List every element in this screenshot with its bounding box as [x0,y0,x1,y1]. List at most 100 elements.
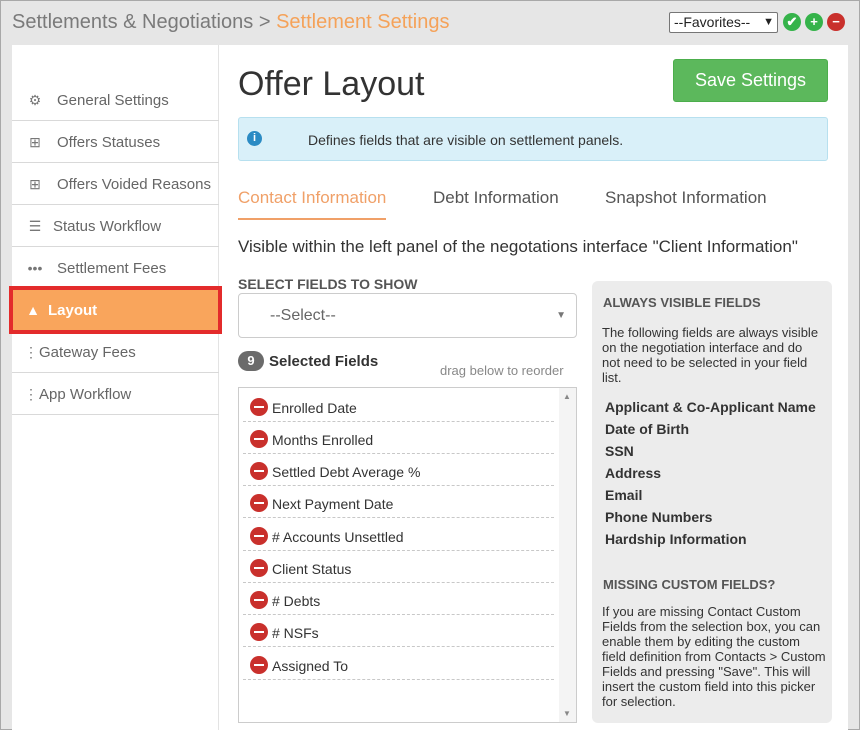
sidebar-item-layout[interactable]: ▲ Layout [9,286,222,334]
always-visible-field: Phone Numbers [605,509,713,525]
favorites-value: --Favorites-- [674,14,751,30]
list-item[interactable]: Client Status [243,551,554,583]
sidebar-item-offers-statuses[interactable]: ⊞ Offers Statuses [12,121,219,163]
sidebar-item-label: App Workflow [39,386,132,403]
breadcrumb: Settlements & Negotiations > Settlement … [12,11,450,34]
select-fields-label: SELECT FIELDS TO SHOW [238,276,418,292]
field-label: Settled Debt Average % [272,464,421,480]
breadcrumb-current: Settlement Settings [276,11,450,33]
always-visible-field: SSN [605,443,634,459]
gears-icon: ⚙ [28,92,42,108]
missing-custom-fields-title: MISSING CUSTOM FIELDS? [603,577,776,592]
sidebar-item-label: Settlement Fees [57,260,167,277]
always-visible-field: Hardship Information [605,531,747,547]
field-label: Client Status [272,561,352,577]
sidebar-item-label: Offers Voided Reasons [57,176,211,193]
always-visible-title: ALWAYS VISIBLE FIELDS [603,295,761,310]
save-settings-button[interactable]: Save Settings [673,59,828,102]
vertical-ellipsis-icon: ⋮ [24,344,38,360]
list-item[interactable]: # Debts [243,583,554,615]
sidebar-item-offers-voided-reasons[interactable]: ⊞ Offers Voided Reasons [12,163,219,205]
remove-icon[interactable] [250,591,268,609]
remove-icon[interactable] [250,462,268,480]
field-label: # Accounts Unsettled [272,529,404,545]
list-scrollbar[interactable]: ▲ ▼ [559,388,576,722]
tab-contact-information[interactable]: Contact Information [238,188,387,220]
chevron-down-icon: ▼ [763,16,774,28]
always-visible-panel: ALWAYS VISIBLE FIELDS The following fiel… [592,281,832,723]
list-item[interactable]: # NSFs [243,615,554,647]
section-description: Visible within the left panel of the neg… [238,237,798,256]
breadcrumb-parent[interactable]: Settlements & Negotiations [12,11,253,33]
always-visible-field: Date of Birth [605,421,689,437]
sidebar-item-gateway-fees[interactable]: ⋮ Gateway Fees [12,331,219,373]
ellipsis-icon: ••• [27,260,43,276]
field-label: Enrolled Date [272,400,357,416]
list-item[interactable]: Enrolled Date [243,390,554,422]
field-label: # Debts [272,593,321,609]
field-label: # NSFs [272,625,319,641]
sitemap-icon: ⊞ [29,176,41,192]
page-title: Offer Layout [238,65,425,103]
sidebar-item-label: General Settings [57,92,169,109]
field-label: Next Payment Date [272,496,394,512]
caret-down-icon: ▼ [556,310,566,321]
always-visible-field: Address [605,465,662,481]
info-icon: i [247,131,262,146]
check-circle-icon[interactable]: ✔ [783,13,801,31]
minus-circle-icon[interactable]: − [827,13,845,31]
info-alert: i Defines fields that are visible on set… [238,117,828,161]
selected-fields-list[interactable]: Enrolled Date Months Enrolled Settled De… [238,387,577,723]
missing-custom-fields-description: If you are missing Contact Custom Fields… [602,604,826,709]
drag-hint: drag below to reorder [440,363,564,378]
top-bar: Settlements & Negotiations > Settlement … [1,1,859,45]
plus-circle-icon[interactable]: + [805,13,823,31]
breadcrumb-separator: > [258,11,271,33]
sidebar-item-label: Status Workflow [53,218,162,235]
sidebar-item-general-settings[interactable]: ⚙ General Settings [12,79,219,121]
remove-icon[interactable] [250,527,268,545]
scroll-down-icon[interactable]: ▼ [563,709,571,718]
field-select-placeholder: --Select-- [270,307,336,324]
remove-icon[interactable] [250,430,268,448]
list-item[interactable]: Assigned To [243,648,554,680]
sidebar-item-label: Gateway Fees [39,344,136,361]
list-item[interactable]: Next Payment Date [243,486,554,518]
field-label: Assigned To [272,658,349,674]
remove-icon[interactable] [250,623,268,641]
scroll-up-icon[interactable]: ▲ [563,392,571,401]
remove-icon[interactable] [250,494,268,512]
sidebar-item-app-workflow[interactable]: ⋮ App Workflow [12,373,219,415]
shapes-icon: ▲ [26,302,40,318]
remove-icon[interactable] [250,398,268,416]
remove-icon[interactable] [250,656,268,674]
favorites-select[interactable]: --Favorites-- ▼ [669,12,778,33]
sidebar-item-status-workflow[interactable]: ☰ Status Workflow [12,205,219,247]
always-visible-list: Applicant & Co-Applicant Name Date of Bi… [605,399,825,553]
sidebar-list: ⚙ General Settings ⊞ Offers Statuses ⊞ O… [9,79,222,415]
list-item[interactable]: Months Enrolled [243,422,554,454]
list-icon: ☰ [28,218,42,234]
settings-sidebar: ⚙ General Settings ⊞ Offers Statuses ⊞ O… [9,45,222,730]
selected-count-badge: 9 [238,351,264,371]
list-item[interactable]: # Accounts Unsettled [243,519,554,551]
remove-icon[interactable] [250,559,268,577]
list-item[interactable]: Settled Debt Average % [243,454,554,486]
tab-debt-information[interactable]: Debt Information [433,188,559,208]
sidebar-item-label: Offers Statuses [57,134,161,151]
sitemap-icon: ⊞ [29,134,41,150]
selected-fields-title: Selected Fields [269,353,379,370]
field-label: Months Enrolled [272,432,374,448]
tab-snapshot-information[interactable]: Snapshot Information [605,188,767,208]
layout-tabs: Contact Information Debt Information Sna… [238,185,828,221]
always-visible-field: Applicant & Co-Applicant Name [605,399,816,415]
content-panel: ⚙ General Settings ⊞ Offers Statuses ⊞ O… [9,45,848,730]
field-select-dropdown[interactable]: --Select-- ▼ [238,293,577,338]
always-visible-field: Email [605,487,643,503]
main-content: Offer Layout Save Settings i Defines fie… [238,45,838,730]
app-frame: Settlements & Negotiations > Settlement … [0,0,860,730]
always-visible-description: The following fields are always visible … [602,325,819,385]
info-text: Defines fields that are visible on settl… [308,132,624,148]
sidebar-item-settlement-fees[interactable]: ••• Settlement Fees [12,247,219,289]
sidebar-item-label: Layout [48,302,98,319]
